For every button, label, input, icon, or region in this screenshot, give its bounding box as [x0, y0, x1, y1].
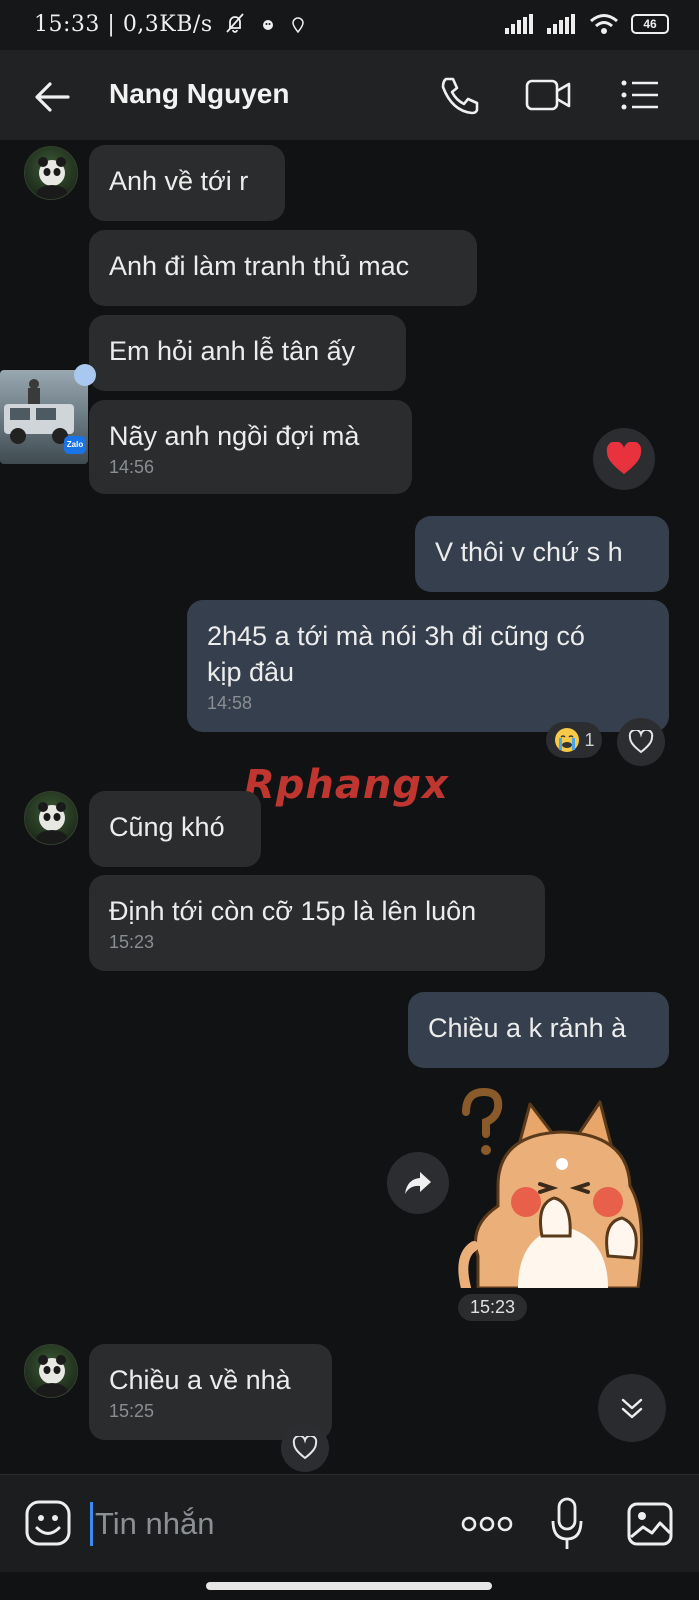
message-text: Nãy anh ngồi đợi mà — [109, 421, 360, 451]
message-text: Em hỏi anh lễ tân ấy — [109, 336, 356, 366]
bell-off-icon — [226, 13, 244, 33]
input-placeholder: Tin nhắn — [95, 1506, 215, 1541]
message-text: Định tới còn cỡ 15p là lên luôn — [109, 896, 477, 926]
signal-icon — [505, 14, 533, 34]
message-text-line: 2h45 a tới mà nói 3h đi cũng có — [207, 621, 585, 651]
menu-list-icon[interactable] — [616, 73, 664, 117]
message-text: Chiều a về nhà — [109, 1365, 291, 1395]
message-bubble-incoming[interactable]: Em hỏi anh lễ tân ấy — [89, 315, 406, 391]
message-input[interactable]: Tin nhắn — [90, 1499, 420, 1549]
scroll-to-bottom-button[interactable] — [598, 1374, 666, 1442]
status-left: 15:33 | 0,3KB/s — [34, 12, 305, 37]
panda-avatar-image — [36, 157, 68, 199]
chat-header: Nang Nguyen — [0, 50, 699, 140]
message-text-line: kịp đâu — [207, 657, 295, 687]
wifi-icon — [590, 14, 618, 34]
battery-indicator: 46 — [631, 14, 669, 34]
status-bar: 15:33 | 0,3KB/s 46 — [0, 0, 699, 50]
sticker-message[interactable] — [458, 1086, 670, 1293]
like-button[interactable] — [281, 1424, 329, 1472]
contact-avatar[interactable] — [24, 1344, 78, 1398]
contact-name[interactable]: Nang Nguyen — [109, 78, 289, 110]
message-bubble-incoming[interactable]: Anh về tới r — [89, 145, 285, 221]
message-bubble-outgoing[interactable]: V thôi v chứ s h — [415, 516, 669, 592]
text-caret — [90, 1502, 93, 1546]
app-notification-icon — [262, 20, 273, 30]
microphone-icon[interactable] — [549, 1497, 585, 1551]
contact-avatar[interactable] — [24, 146, 78, 200]
message-input-bar: Tin nhắn — [0, 1474, 699, 1572]
back-arrow-icon[interactable] — [30, 75, 74, 119]
heart-outline-icon — [628, 730, 654, 754]
message-bubble-incoming[interactable]: Cũng khó — [89, 791, 261, 867]
message-timestamp: 15:25 — [109, 1401, 155, 1421]
like-button[interactable] — [617, 718, 665, 766]
watermark-logo: Rphangx — [244, 762, 449, 808]
crying-emoji-icon — [555, 728, 580, 752]
message-bubble-incoming[interactable]: Định tới còn cỡ 15p là lên luôn 15:23 — [89, 875, 545, 971]
panda-avatar-image — [36, 1355, 68, 1397]
video-call-icon[interactable] — [524, 73, 572, 117]
forward-button[interactable] — [387, 1152, 449, 1214]
message-text: Cũng khó — [109, 812, 225, 842]
location-icon — [292, 17, 304, 34]
heart-filled-icon — [606, 442, 642, 474]
sticker-timestamp: 15:23 — [458, 1294, 528, 1321]
message-bubble-incoming[interactable]: Anh đi làm tranh thủ mac — [89, 230, 477, 306]
contact-avatar[interactable] — [24, 791, 78, 845]
panda-avatar-image — [36, 802, 68, 844]
message-timestamp: 15:23 — [109, 932, 155, 952]
heart-reaction-button[interactable] — [593, 428, 655, 490]
status-net-speed: 0,3KB/s — [122, 12, 213, 37]
home-indicator[interactable] — [206, 1582, 492, 1590]
heart-outline-icon — [292, 1436, 318, 1460]
status-right: 46 — [505, 13, 669, 35]
floating-indicator-dot — [74, 364, 96, 386]
message-text: V thôi v chứ s h — [435, 537, 623, 567]
status-time: 15:33 — [34, 12, 100, 37]
zalo-badge: Zalo — [64, 436, 86, 454]
shiba-thinking-sticker — [458, 1087, 644, 1293]
share-arrow-icon — [405, 1172, 431, 1194]
reaction-summary[interactable]: 1 — [546, 722, 602, 758]
message-bubble-outgoing[interactable]: Chiều a k rảnh à — [408, 992, 669, 1068]
message-text: Anh về tới r — [109, 166, 249, 196]
phone-call-icon[interactable] — [436, 73, 484, 117]
emoji-sticker-icon[interactable] — [24, 1499, 72, 1547]
message-text: Chiều a k rảnh à — [428, 1013, 627, 1043]
signal-icon-2 — [547, 14, 575, 34]
message-timestamp: 14:58 — [207, 693, 253, 713]
more-options-icon[interactable] — [460, 1509, 514, 1539]
message-bubble-incoming[interactable]: Nãy anh ngồi đợi mà 14:56 — [89, 400, 412, 494]
message-bubble-outgoing[interactable]: 2h45 a tới mà nói 3h đi cũng có kịp đâu … — [187, 600, 669, 732]
floating-media-thumbnail[interactable]: Zalo — [0, 370, 88, 464]
message-text: Anh đi làm tranh thủ mac — [109, 251, 410, 281]
message-timestamp: 14:56 — [109, 457, 155, 477]
reaction-count: 1 — [584, 729, 595, 750]
double-chevron-down-icon — [621, 1398, 643, 1419]
image-gallery-icon[interactable] — [626, 1501, 674, 1547]
